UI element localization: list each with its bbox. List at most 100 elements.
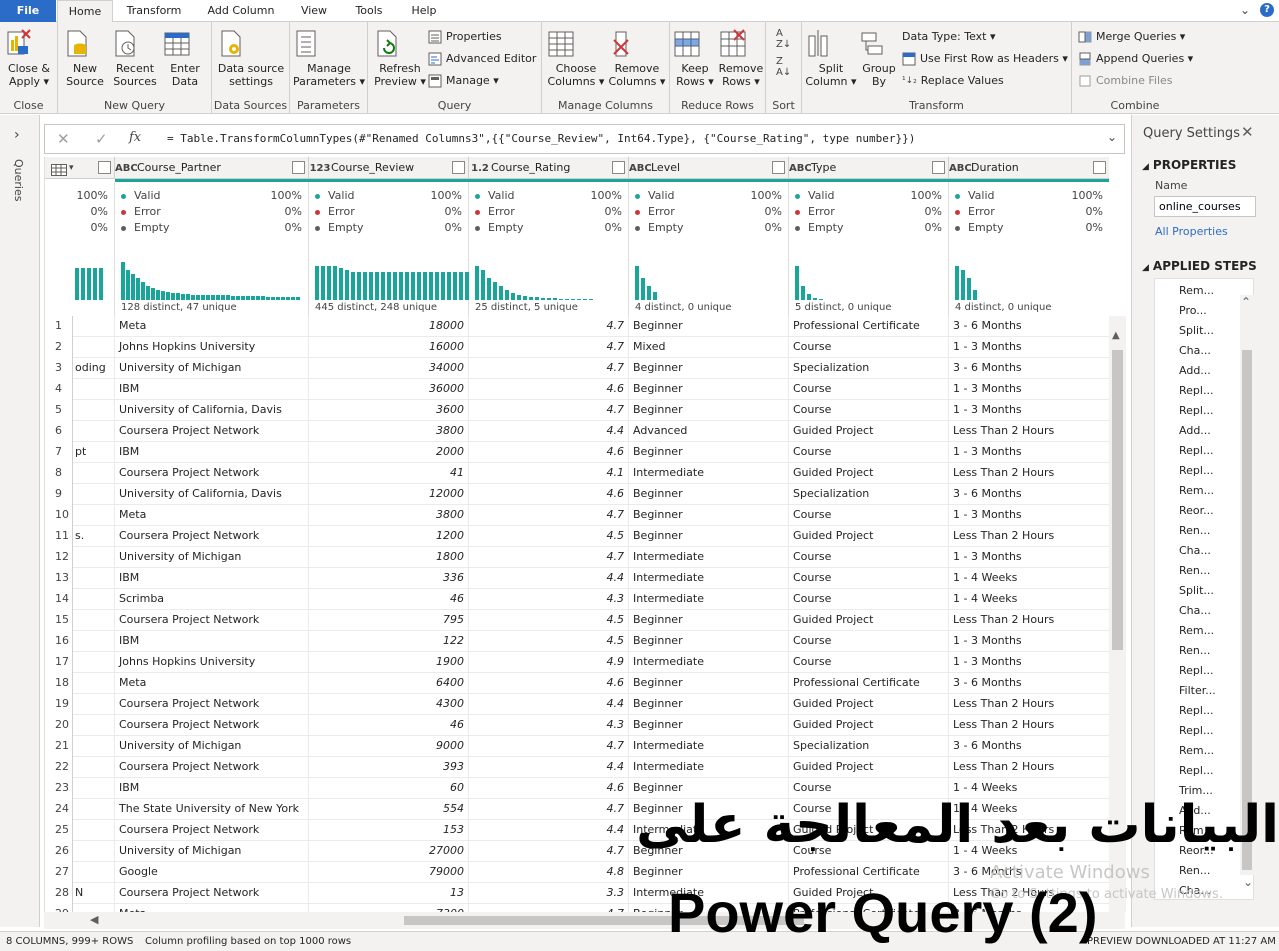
group-by-button[interactable]: Group By	[858, 28, 900, 88]
steps-scroll-down-icon[interactable]: ⌄	[1243, 875, 1253, 889]
cell-rating[interactable]: 3.3	[469, 883, 629, 904]
cell-type[interactable]: Course	[789, 337, 949, 358]
table-row[interactable]: 15 Coursera Project Network 795 4.5 Beginner…	[45, 610, 1109, 631]
row-number[interactable]: 8	[45, 463, 73, 484]
table-row[interactable]: 7 pt IBM 2000 4.6 Beginner Course 1 - 3 Months	[45, 442, 1109, 463]
cell-review[interactable]: 153	[309, 820, 469, 841]
cell-type[interactable]: Guided Project	[789, 463, 949, 484]
table-row[interactable]: 2 Johns Hopkins University 16000 4.7 Mixed Co…	[45, 337, 1109, 358]
cell-partner[interactable]: Coursera Project Network	[115, 757, 309, 778]
applied-steps-heading[interactable]: ◢ APPLIED STEPS	[1142, 259, 1257, 273]
cell-type[interactable]: Guided Project	[789, 715, 949, 736]
row-number[interactable]: 12	[45, 547, 73, 568]
cell-level[interactable]: Beginner	[629, 442, 789, 463]
function-icon[interactable]: fx	[129, 130, 141, 145]
cell-duration[interactable]: 1 - 3 Months	[949, 400, 1109, 421]
cell-review[interactable]: 18000	[309, 316, 469, 337]
table-row[interactable]: 5 University of California, Davis 3600 4.7 B…	[45, 400, 1109, 421]
steps-scroll-up-icon[interactable]: ⌃	[1241, 295, 1251, 309]
column-type-icon[interactable]: 1.2	[469, 158, 491, 178]
tab-file[interactable]: File	[0, 0, 56, 22]
cell-level[interactable]: Intermediate	[629, 589, 789, 610]
cell-partial[interactable]	[73, 778, 115, 799]
cell-level[interactable]: Beginner	[629, 358, 789, 379]
cell-rating[interactable]: 4.9	[469, 652, 629, 673]
column-filter-icon[interactable]	[1093, 161, 1106, 174]
cell-duration[interactable]: Less Than 2 Hours	[949, 526, 1109, 547]
cell-partner[interactable]: Johns Hopkins University	[115, 337, 309, 358]
cell-type[interactable]: Guided Project	[789, 694, 949, 715]
cell-rating[interactable]: 4.4	[469, 421, 629, 442]
cell-review[interactable]: 16000	[309, 337, 469, 358]
cell-partial[interactable]	[73, 904, 115, 912]
cell-level[interactable]: Beginner	[629, 715, 789, 736]
cell-partner[interactable]: Coursera Project Network	[115, 610, 309, 631]
cell-partial[interactable]	[73, 841, 115, 862]
cell-review[interactable]: 336	[309, 568, 469, 589]
cell-partial[interactable]	[73, 673, 115, 694]
cell-type[interactable]: Course	[789, 400, 949, 421]
cell-review[interactable]: 41	[309, 463, 469, 484]
cell-partial[interactable]	[73, 379, 115, 400]
row-number[interactable]: 29	[45, 904, 73, 912]
cell-partner[interactable]: Coursera Project Network	[115, 820, 309, 841]
row-number[interactable]: 6	[45, 421, 73, 442]
cell-level[interactable]: Beginner	[629, 694, 789, 715]
cell-type[interactable]: Guided Project	[789, 610, 949, 631]
cell-rating[interactable]: 4.6	[469, 379, 629, 400]
manage-parameters-button[interactable]: Manage Parameters ▾	[292, 28, 366, 88]
tab-view[interactable]: View	[292, 0, 336, 22]
cell-partner[interactable]: IBM	[115, 568, 309, 589]
vertical-scroll-thumb[interactable]	[1112, 350, 1123, 650]
cell-review[interactable]: 3600	[309, 400, 469, 421]
cell-type[interactable]: Course	[789, 442, 949, 463]
cell-rating[interactable]: 4.6	[469, 673, 629, 694]
cell-duration[interactable]: 3 - 6 Months	[949, 316, 1109, 337]
cell-duration[interactable]: Less Than 2 Hours	[949, 610, 1109, 631]
cell-partner[interactable]: University of Michigan	[115, 841, 309, 862]
tab-tools[interactable]: Tools	[344, 0, 394, 22]
cell-rating[interactable]: 4.7	[469, 358, 629, 379]
cell-partial[interactable]	[73, 505, 115, 526]
row-number[interactable]: 28	[45, 883, 73, 904]
sort-ascending-icon[interactable]: A Z↓	[776, 28, 791, 50]
cell-review[interactable]: 13	[309, 883, 469, 904]
cell-rating[interactable]: 4.7	[469, 736, 629, 757]
table-row[interactable]: 14 Scrimba 46 4.3 Intermediate Course 1 - 4 We…	[45, 589, 1109, 610]
cell-review[interactable]: 12000	[309, 484, 469, 505]
column-header-partner[interactable]: ABCCourse_Partner	[115, 157, 309, 179]
cell-partner[interactable]: Google	[115, 862, 309, 883]
cell-level[interactable]: Intermediate	[629, 736, 789, 757]
cell-duration[interactable]: 1 - 3 Months	[949, 505, 1109, 526]
scroll-up-icon[interactable]: ▲	[1112, 330, 1120, 341]
cell-duration[interactable]: 1 - 3 Months	[949, 547, 1109, 568]
cell-partner[interactable]: Meta	[115, 673, 309, 694]
cell-partner[interactable]: Meta	[115, 316, 309, 337]
cell-level[interactable]: Intermediate	[629, 652, 789, 673]
cell-review[interactable]: 9000	[309, 736, 469, 757]
cell-review[interactable]: 2000	[309, 442, 469, 463]
keep-rows-button[interactable]: Keep Rows ▾	[672, 28, 718, 88]
cell-partner[interactable]: University of California, Davis	[115, 484, 309, 505]
row-number[interactable]: 19	[45, 694, 73, 715]
help-icon[interactable]: ?	[1260, 3, 1274, 17]
row-number[interactable]: 10	[45, 505, 73, 526]
cell-duration[interactable]: Less Than 2 Hours	[949, 757, 1109, 778]
scroll-left-icon[interactable]: ◀	[90, 913, 98, 926]
cell-rating[interactable]: 4.6	[469, 442, 629, 463]
cell-review[interactable]: 7300	[309, 904, 469, 912]
cell-rating[interactable]: 4.7	[469, 505, 629, 526]
cell-duration[interactable]: Less Than 2 Hours	[949, 715, 1109, 736]
cell-type[interactable]: Course	[789, 631, 949, 652]
table-row[interactable]: 10 Meta 3800 4.7 Beginner Course 1 - 3 Months	[45, 505, 1109, 526]
cell-partial[interactable]	[73, 862, 115, 883]
row-number[interactable]: 1	[45, 316, 73, 337]
table-menu-chevron-icon[interactable]: ▾	[69, 157, 74, 178]
cell-level[interactable]: Beginner	[629, 526, 789, 547]
cell-level[interactable]: Beginner	[629, 610, 789, 631]
table-row[interactable]: 11 s. Coursera Project Network 1200 4.5 Begin…	[45, 526, 1109, 547]
cell-review[interactable]: 3800	[309, 505, 469, 526]
cell-level[interactable]: Beginner	[629, 400, 789, 421]
cell-partial[interactable]	[73, 715, 115, 736]
table-row[interactable]: 21 University of Michigan 9000 4.7 Intermedi…	[45, 736, 1109, 757]
